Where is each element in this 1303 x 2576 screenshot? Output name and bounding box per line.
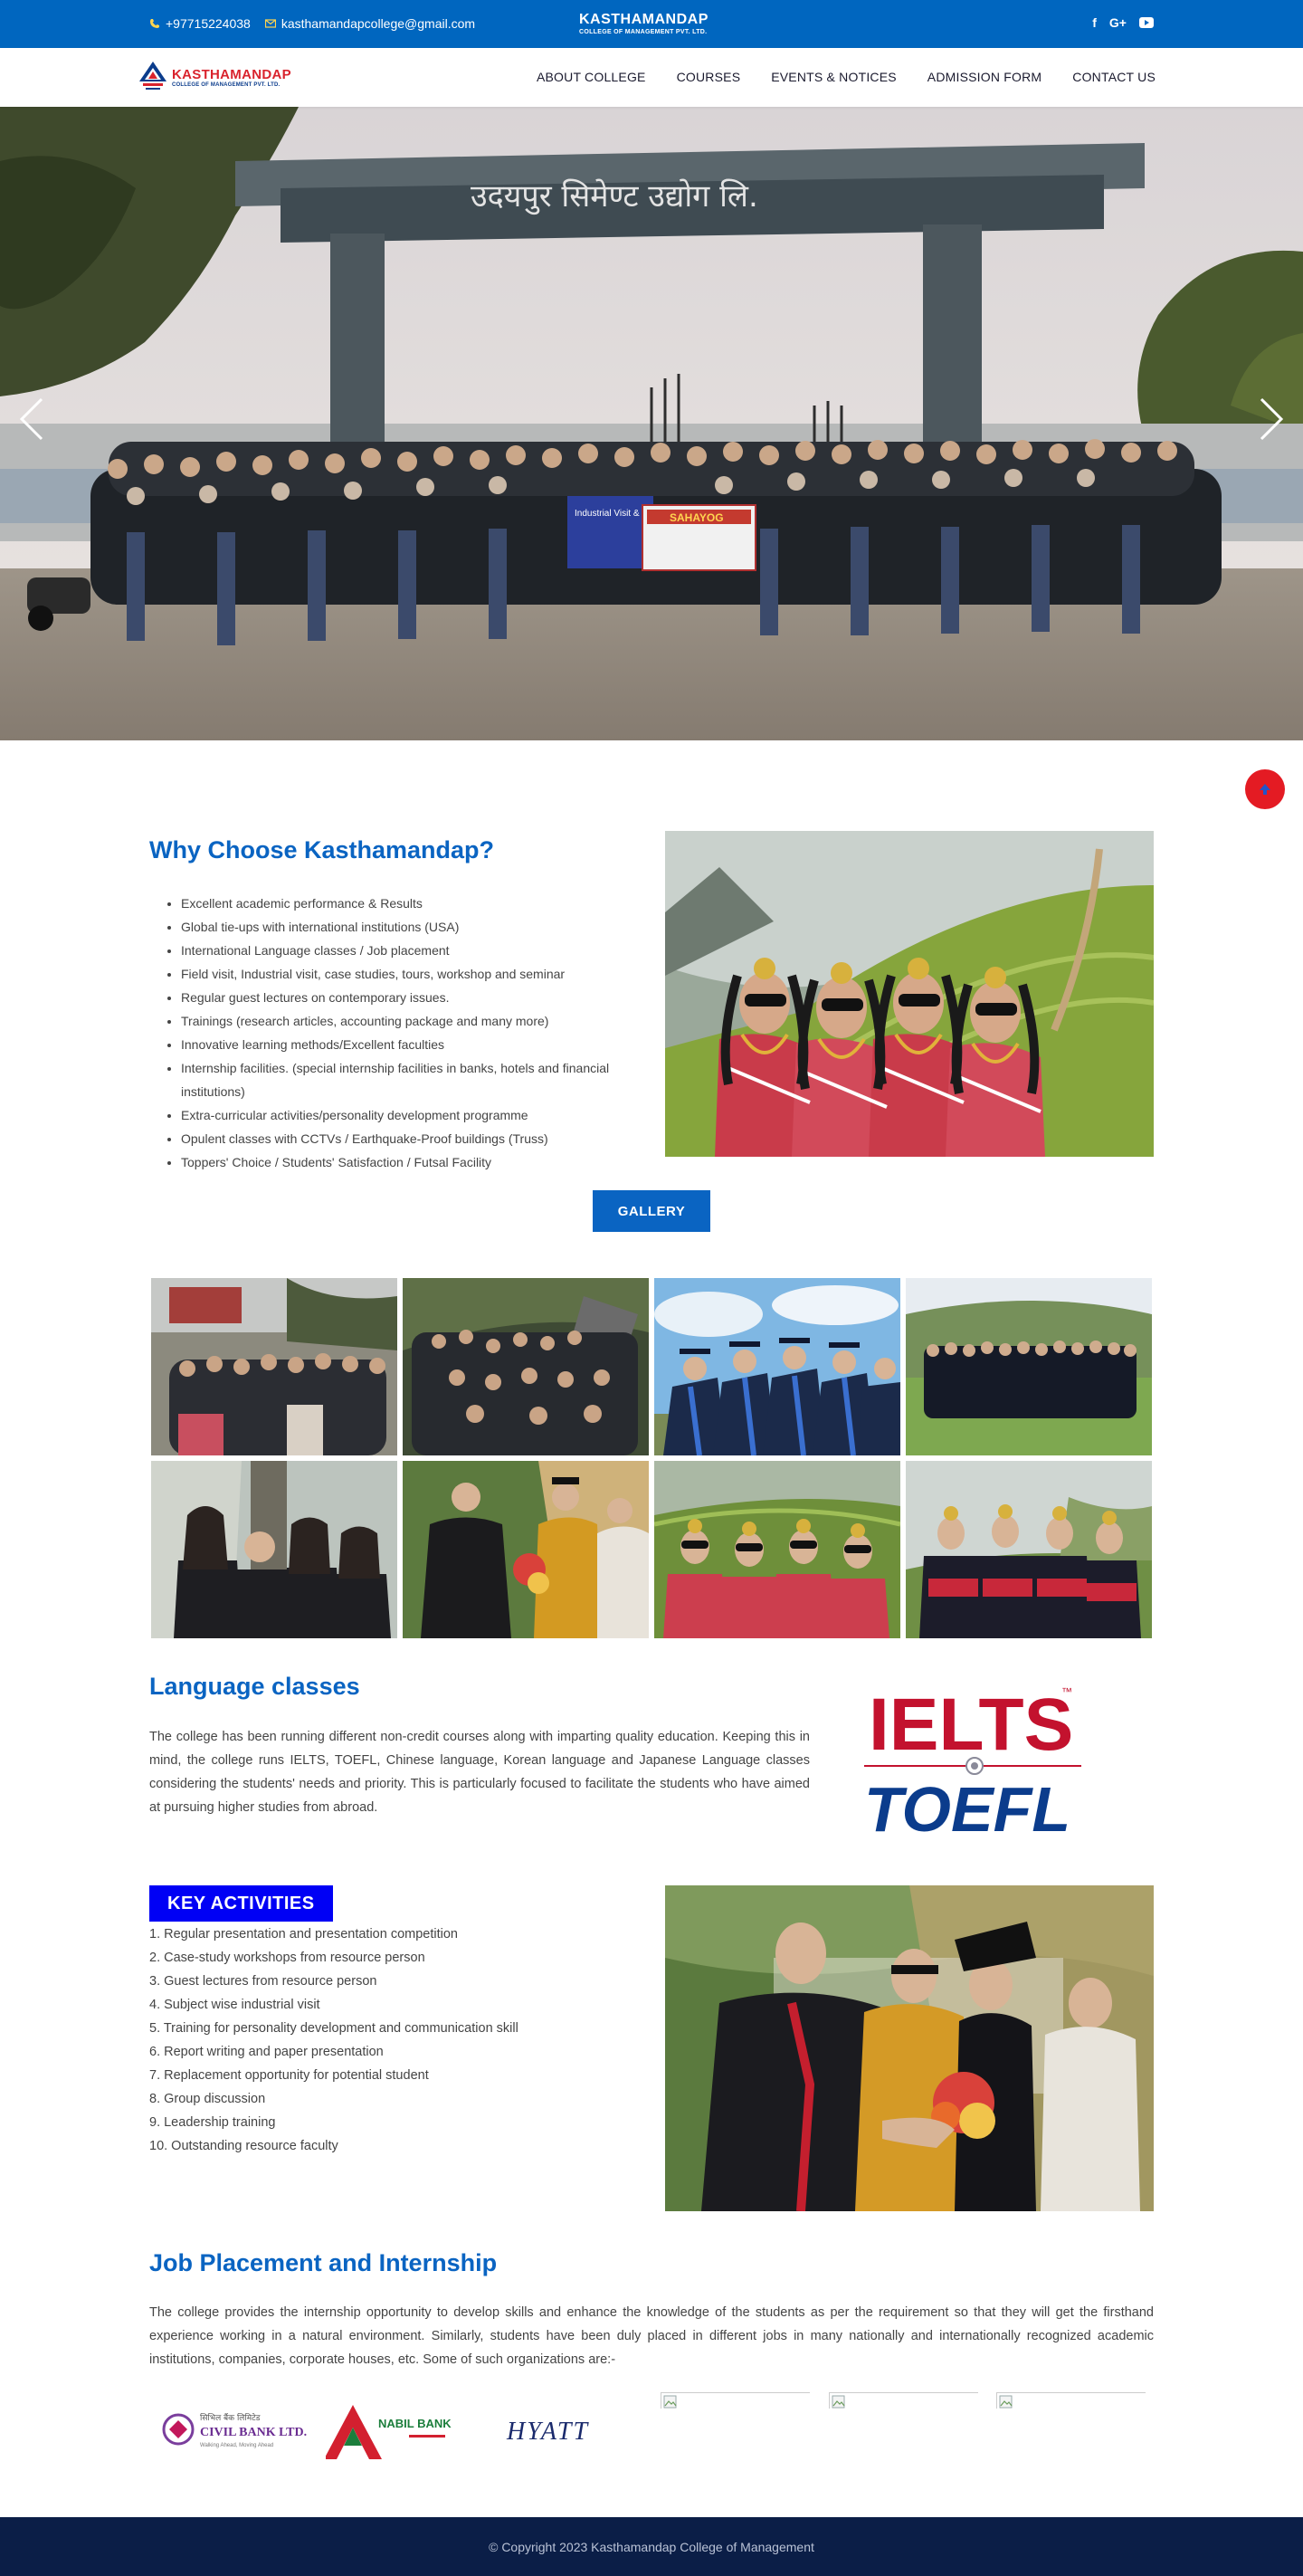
nav-admission-form[interactable]: ADMISSION FORM xyxy=(927,70,1041,84)
gallery-photo[interactable] xyxy=(403,1461,649,1638)
hyatt-logo[interactable]: HYATT xyxy=(498,2412,615,2448)
nav-about-college[interactable]: ABOUT COLLEGE xyxy=(537,70,646,84)
envelope-icon xyxy=(264,19,276,28)
partner-logo-placeholder[interactable] xyxy=(829,2392,978,2409)
scroll-to-top-button[interactable] xyxy=(1245,769,1285,809)
youtube-icon[interactable] xyxy=(1139,17,1154,28)
job-placement-title: Job Placement and Internship xyxy=(149,2249,498,2276)
gallery-photo[interactable] xyxy=(906,1278,1152,1455)
list-item: 4. Subject wise industrial visit xyxy=(149,1998,320,2012)
ielts-toefl-logo: IELTS ™ TOEFL xyxy=(864,1684,1081,1837)
list-item: Global tie-ups with international instit… xyxy=(181,915,615,939)
nabil-bank-logo[interactable]: NABIL BANK xyxy=(326,2400,475,2464)
language-classes-text: The college has been running different n… xyxy=(149,1730,810,1815)
footer: © Copyright 2023 Kasthamandap College of… xyxy=(0,2517,1303,2576)
list-item: Internship facilities. (special internsh… xyxy=(181,1056,615,1103)
key-activities-badge: KEY ACTIVITIES xyxy=(149,1885,333,1922)
logo-sub: COLLEGE OF MANAGEMENT PVT. LTD. xyxy=(172,81,281,88)
ielts-logo-text: IELTS xyxy=(869,1684,1073,1766)
list-item: 9. Leadership training xyxy=(149,2115,276,2130)
why-choose-list: Excellent academic performance & Results… xyxy=(181,892,615,1174)
google-plus-icon[interactable]: G+ xyxy=(1109,15,1127,30)
list-item: Innovative learning methods/Excellent fa… xyxy=(181,1033,615,1056)
list-item: 5. Training for personality development … xyxy=(149,2021,518,2036)
social-links: f G+ xyxy=(1092,15,1154,30)
gallery-grid xyxy=(151,1278,1154,1638)
broken-image-icon xyxy=(663,2395,677,2409)
list-item: 1. Regular presentation and presentation… xyxy=(149,1927,458,1942)
nav-courses[interactable]: COURSES xyxy=(677,70,741,84)
list-item: Extra-curricular activities/personality … xyxy=(181,1103,615,1127)
broken-image-icon xyxy=(832,2395,845,2409)
arrow-up-icon xyxy=(1260,784,1270,795)
job-placement-text: The college provides the internship oppo… xyxy=(149,2305,1154,2367)
list-item: 6. Report writing and paper presentation xyxy=(149,2045,384,2059)
list-item: 3. Guest lectures from resource person xyxy=(149,1974,377,1989)
gallery-photo[interactable] xyxy=(151,1278,397,1455)
list-item: 2. Case-study workshops from resource pe… xyxy=(149,1951,425,1965)
top-brand: KASTHAMANDAP COLLEGE OF MANAGEMENT PVT. … xyxy=(579,12,709,36)
slider-next-arrow-icon[interactable] xyxy=(1258,396,1285,442)
list-item: 8. Group discussion xyxy=(149,2092,266,2106)
key-activities-list: 1. Regular presentation and presentation… xyxy=(149,1922,518,2158)
logo-emblem-icon xyxy=(139,62,166,90)
list-item: Field visit, Industrial visit, case stud… xyxy=(181,962,615,986)
list-item: 10. Outstanding resource faculty xyxy=(149,2139,338,2153)
hyatt-name: HYATT xyxy=(506,2418,589,2446)
logo-name: KASTHAMANDAP xyxy=(172,66,291,82)
slider-prev-arrow-icon[interactable] xyxy=(18,396,45,442)
gallery-photo[interactable] xyxy=(151,1461,397,1638)
hero-banner-2: SAHAYOG xyxy=(670,511,724,524)
phone-number[interactable]: +97715224038 xyxy=(166,16,251,31)
nav-menu: ABOUT COLLEGE COURSES EVENTS & NOTICES A… xyxy=(537,70,1156,84)
list-item: 7. Replacement opportunity for potential… xyxy=(149,2068,429,2083)
civil-bank-name: CIVIL BANK LTD. xyxy=(200,2426,307,2439)
partner-logo-placeholder[interactable] xyxy=(661,2392,810,2409)
list-item: Regular guest lectures on contemporary i… xyxy=(181,986,615,1009)
gallery-photo[interactable] xyxy=(403,1278,649,1455)
why-choose-photo xyxy=(665,831,1154,1157)
civil-bank-nepali: सिभिल बैंक लिमिटेड xyxy=(200,2412,261,2423)
why-choose-title: Why Choose Kasthamandap? xyxy=(149,836,495,863)
civil-bank-tagline: Walking Ahead, Moving Ahead xyxy=(200,2443,273,2448)
key-activities-photo xyxy=(665,1885,1154,2211)
partner-logo-placeholder[interactable] xyxy=(996,2392,1146,2409)
toefl-logo-text: TOEFL xyxy=(864,1774,1070,1837)
civil-bank-logo[interactable]: सिभिल बैंक लिमिटेड CIVIL BANK LTD. Walki… xyxy=(158,2408,308,2451)
language-classes-title: Language classes xyxy=(149,1673,360,1700)
gallery-photo[interactable] xyxy=(654,1461,900,1638)
broken-image-icon xyxy=(999,2395,1013,2409)
hero-photo: उदयपुर सिमेण्ट उद्योग लि. Industrial Vis… xyxy=(0,107,1303,740)
list-item: International Language classes / Job pla… xyxy=(181,939,615,962)
nabil-bank-name: NABIL BANK xyxy=(378,2417,452,2430)
nav-contact-us[interactable]: CONTACT US xyxy=(1072,70,1156,84)
top-bar: +97715224038 kasthamandapcollege@gmail.c… xyxy=(0,0,1303,48)
svg-text:™: ™ xyxy=(1061,1685,1072,1698)
gallery-photo[interactable] xyxy=(654,1278,900,1455)
facebook-icon[interactable]: f xyxy=(1092,15,1097,30)
top-brand-name: KASTHAMANDAP xyxy=(579,12,709,27)
college-logo[interactable]: KASTHAMANDAP COLLEGE OF MANAGEMENT PVT. … xyxy=(138,60,291,94)
hero-slider: उदयपुर सिमेण्ट उद्योग लि. Industrial Vis… xyxy=(0,107,1303,740)
gate-sign-text: उदयपुर सिमेण्ट उद्योग लि. xyxy=(471,178,758,215)
gallery-button[interactable]: GALLERY xyxy=(593,1190,710,1232)
contact-info: +97715224038 kasthamandapcollege@gmail.c… xyxy=(149,16,475,31)
top-brand-sub: COLLEGE OF MANAGEMENT PVT. LTD. xyxy=(579,29,708,35)
nav-events-notices[interactable]: EVENTS & NOTICES xyxy=(771,70,897,84)
email-address[interactable]: kasthamandapcollege@gmail.com xyxy=(281,16,475,31)
main-navigation: KASTHAMANDAP COLLEGE OF MANAGEMENT PVT. … xyxy=(0,48,1303,107)
list-item: Toppers' Choice / Students' Satisfaction… xyxy=(181,1150,615,1174)
list-item: Opulent classes with CCTVs / Earthquake-… xyxy=(181,1127,615,1150)
list-item: Trainings (research articles, accounting… xyxy=(181,1009,615,1033)
copyright-text: © Copyright 2023 Kasthamandap College of… xyxy=(489,2539,814,2554)
gallery-photo[interactable] xyxy=(906,1461,1152,1638)
phone-icon xyxy=(150,19,159,28)
list-item: Excellent academic performance & Results xyxy=(181,892,615,915)
